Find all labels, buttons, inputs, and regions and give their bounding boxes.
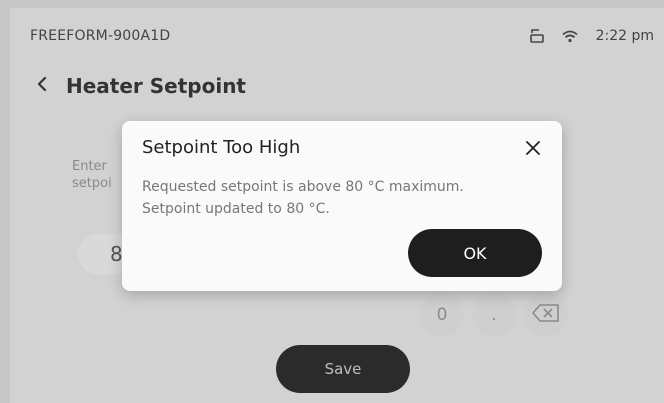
page-title: Heater Setpoint [66,74,246,98]
dialog-close-button[interactable] [522,138,544,160]
printer-icon [529,28,544,44]
dialog-message-line-1: Requested setpoint is above 80 °C maximu… [142,179,464,195]
close-icon [526,140,540,159]
backspace-icon [531,303,561,328]
chevron-left-icon [37,76,47,96]
save-button[interactable]: Save [276,345,410,393]
keypad-backspace-button[interactable] [524,293,568,337]
ok-button[interactable]: OK [408,229,542,277]
back-button[interactable] [30,71,54,101]
setpoint-value: 8 [110,242,123,266]
keypad-key-decimal-label: . [491,305,497,325]
page-header: Heater Setpoint [30,70,246,102]
keypad-key-decimal[interactable]: . [472,293,516,337]
setpoint-warning-dialog: Setpoint Too High Requested setpoint is … [122,121,562,291]
dialog-title: Setpoint Too High [142,137,301,158]
status-icons: 2:22 pm [529,25,654,47]
clock: 2:22 pm [595,28,654,44]
wifi-icon [561,30,578,43]
dialog-message: Requested setpoint is above 80 °C maximu… [142,176,542,220]
dialog-message-line-2: Setpoint updated to 80 °C. [142,201,330,217]
device-id: FREEFORM-900A1D [30,28,171,44]
keypad-key-0[interactable]: 0 [420,293,464,337]
status-bar: FREEFORM-900A1D 2:22 pm [10,8,664,58]
keypad-key-0-label: 0 [436,305,448,325]
